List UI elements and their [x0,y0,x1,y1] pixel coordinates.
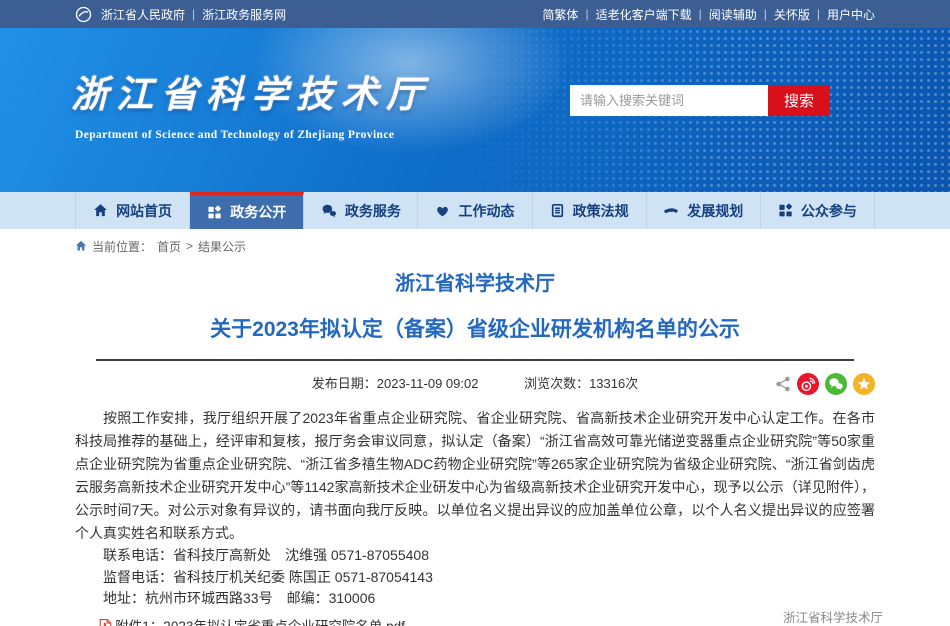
title-divider [96,359,854,361]
breadcrumb-separator: > [186,239,193,253]
nav-item-news[interactable]: 工作动态 [418,192,532,229]
footer-agency-name: 浙江省科学技术厅 [783,607,883,626]
breadcrumb-item-current[interactable]: 结果公示 [198,238,246,255]
page: 浙江省人民政府 | 浙江政务服务网 简繁体 | 适老化客户端下载 | 阅读辅助 … [0,0,950,626]
wechat-icon[interactable] [825,373,847,395]
topbar-left: 浙江省人民政府 | 浙江政务服务网 [75,6,286,23]
disclosure-seal-icon [207,205,222,220]
address-line: 地址：杭州市环城西路33号 邮编：310006 [75,588,875,610]
search-input[interactable] [570,85,768,116]
topbar-right: 简繁体 | 适老化客户端下载 | 阅读辅助 | 关怀版 | 用户中心 [542,6,875,23]
nav-item-home[interactable]: 网站首页 [75,192,190,229]
attachment-label[interactable]: 附件1：2023年拟认定省重点企业研究院名单.pdf [115,616,405,626]
nav-item-label: 公众参与 [801,201,857,221]
participation-seal-icon [778,203,793,218]
link-care-version[interactable]: 关怀版 [774,6,810,23]
breadcrumb: 当前位置： 首页 > 结果公示 [75,237,875,255]
article: 浙江省科学技术厅 关于2023年拟认定（备案）省级企业研发机构名单的公示 发布日… [75,267,875,626]
separator: | [817,7,820,21]
view-count: 浏览次数：13316次 [524,372,638,396]
nav-item-label: 网站首页 [116,201,172,221]
home-icon [93,203,108,218]
gov-emblem-icon [75,6,92,23]
nav-item-label: 政务服务 [345,201,401,221]
nav-item-label: 发展规划 [687,201,743,221]
nav-item-services[interactable]: 政务服务 [304,192,418,229]
separator: | [192,7,195,21]
nav-item-label: 工作动态 [458,201,514,221]
separator: | [699,7,702,21]
separator: | [585,7,588,21]
link-simplified-traditional[interactable]: 简繁体 [542,6,578,23]
weibo-icon[interactable] [797,373,819,395]
site-logo: 浙江省科学技术厅 Department of Science and Techn… [71,64,431,141]
share-icon[interactable] [775,376,791,392]
pdf-icon [99,619,112,626]
link-user-center[interactable]: 用户中心 [827,6,875,23]
nav-item-planning[interactable]: 发展规划 [647,192,761,229]
article-title-line1: 浙江省科学技术厅 [75,267,875,296]
heart-icon [435,203,450,218]
nav-item-disclosure[interactable]: 政务公开 [190,192,304,229]
attachments: 附件1：2023年拟认定省重点企业研究院名单.pdf 附件2：2023年拟认定省… [75,616,875,626]
search-box: 搜索 [570,85,830,116]
nav-item-participation[interactable]: 公众参与 [761,192,875,229]
supervision-phone: 监督电话：省科技厅机关纪委 陈国正 0571-87054143 [75,567,875,589]
nav-item-label: 政策法规 [573,201,629,221]
main-nav: 网站首页 政务公开 政务服务 工作动态 [0,192,950,229]
handshake-icon [663,203,679,218]
publish-date: 发布日期：2023-11-09 09:02 [312,372,479,396]
article-title-line2: 关于2023年拟认定（备案）省级企业研发机构名单的公示 [75,313,875,343]
link-zhejiang-service-portal[interactable]: 浙江政务服务网 [202,6,286,23]
site-banner: 浙江省科学技术厅 Department of Science and Techn… [0,28,950,192]
site-title: 浙江省科学技术厅 [71,64,431,118]
separator: | [764,7,767,21]
article-meta: 发布日期：2023-11-09 09:02 浏览次数：13316次 [75,372,875,398]
document-icon [550,203,565,218]
chat-bubbles-icon [321,203,337,218]
breadcrumb-home-icon [75,240,87,252]
attachment-link-1[interactable]: 附件1：2023年拟认定省重点企业研究院名单.pdf [75,616,875,626]
breadcrumb-prefix: 当前位置： [92,238,152,255]
link-provincial-government[interactable]: 浙江省人民政府 [101,6,185,23]
breadcrumb-item-home[interactable]: 首页 [157,238,181,255]
qzone-icon[interactable] [853,373,875,395]
search-button[interactable]: 搜索 [768,85,830,116]
share-bar [775,373,875,395]
link-elder-client-download[interactable]: 适老化客户端下载 [596,6,692,23]
link-reading-assist[interactable]: 阅读辅助 [709,6,757,23]
nav-item-policies[interactable]: 政策法规 [533,192,647,229]
site-subtitle: Department of Science and Technology of … [71,129,431,141]
nav-item-label: 政务公开 [230,202,286,222]
contact-phone: 联系电话：省科技厅高新处 沈维强 0571-87055408 [75,545,875,567]
article-paragraph: 按照工作安排，我厅组织开展了2023年省重点企业研究院、省企业研究院、省高新技术… [75,407,875,545]
topbar: 浙江省人民政府 | 浙江政务服务网 简繁体 | 适老化客户端下载 | 阅读辅助 … [0,0,950,28]
